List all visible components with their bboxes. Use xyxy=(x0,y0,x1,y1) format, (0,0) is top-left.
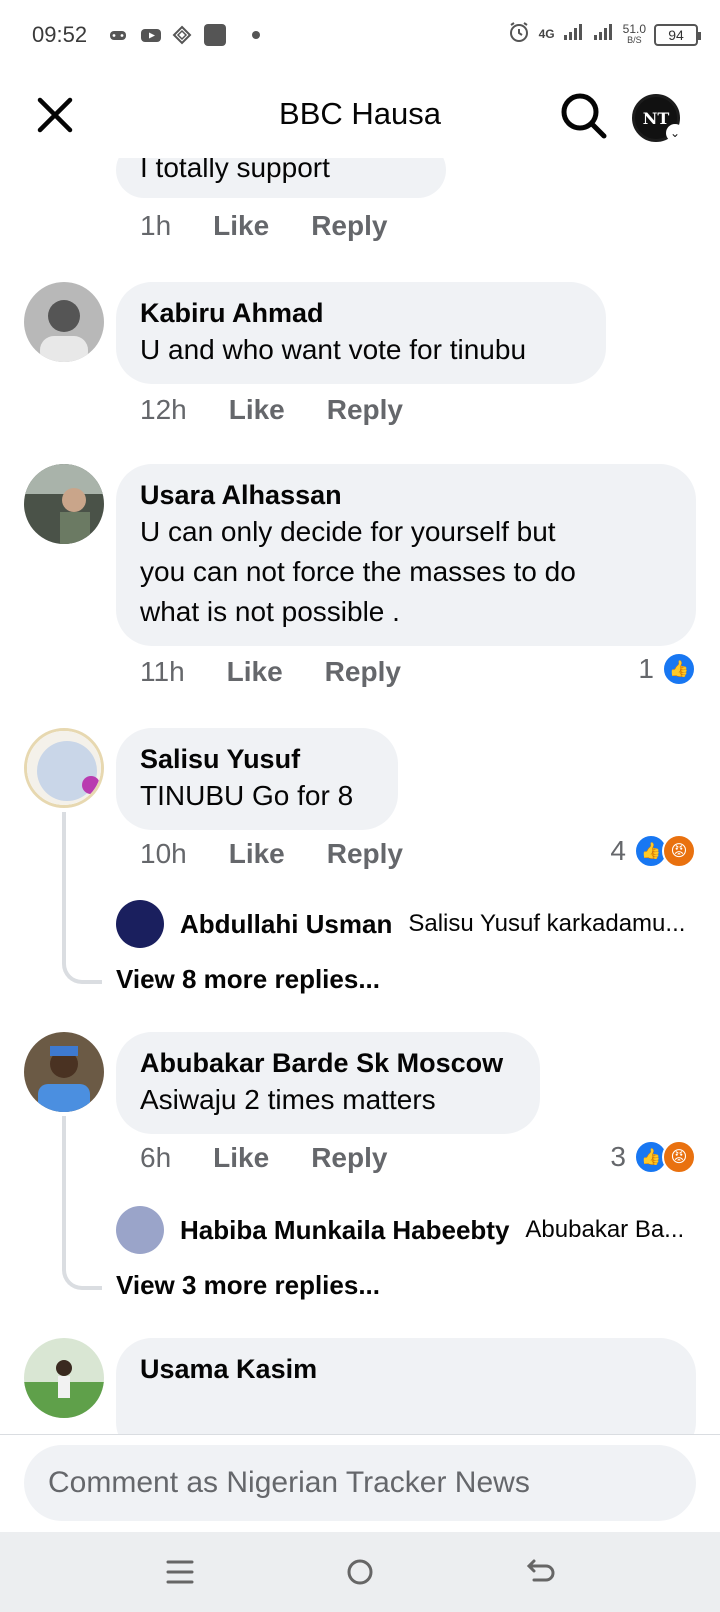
home-button[interactable] xyxy=(340,1552,380,1592)
network-speed: 51.0 B/S xyxy=(622,21,646,46)
reply-button[interactable]: Reply xyxy=(311,1142,387,1174)
comment-composer xyxy=(0,1434,720,1532)
reply-preview[interactable]: Habiba Munkaila Habeebty Abubakar Ba... xyxy=(116,1206,696,1254)
search-button[interactable] xyxy=(560,92,608,140)
app-notification-icon xyxy=(204,24,226,46)
reply-author: Habiba Munkaila Habeebty xyxy=(180,1214,510,1245)
angry-icon: 😡 xyxy=(662,1140,696,1174)
profile-initials: NT xyxy=(642,108,670,128)
comment-time: 10h xyxy=(140,838,187,869)
gamepad-icon xyxy=(108,25,128,45)
more-notifications-dot xyxy=(252,31,260,39)
thread-connector xyxy=(62,1116,102,1290)
comment-time: 11h xyxy=(140,656,185,687)
like-button[interactable]: Like xyxy=(229,838,285,870)
search-icon xyxy=(561,93,607,139)
signal-icon-2 xyxy=(593,22,615,47)
avatar[interactable] xyxy=(24,1032,104,1112)
network-type: 4G xyxy=(538,27,555,41)
reaction-count: 4 xyxy=(610,835,626,866)
comment-bubble[interactable]: Usara Alhassan U can only decide for you… xyxy=(116,464,696,646)
comment-time: 12h xyxy=(140,394,187,425)
network-speed-value: 51.0 xyxy=(622,21,646,36)
angry-icon: 😡 xyxy=(662,834,696,868)
comment-text: I totally support xyxy=(140,158,330,183)
like-icon: 👍 xyxy=(662,652,696,686)
comment-actions: 12h Like Reply xyxy=(140,394,403,426)
status-bar: 09:52 4G 51.0 B/S 94 xyxy=(0,0,720,72)
comments-list[interactable]: I totally support 1h Like Reply Kabiru A… xyxy=(0,158,720,1434)
comment-actions: 11h Like Reply xyxy=(140,656,401,688)
system-icons: 4G 51.0 B/S 94 xyxy=(507,20,701,49)
reply-text: Salisu Yusuf karkadamu... xyxy=(408,910,686,937)
page-title: BBC Hausa xyxy=(279,96,441,131)
comment-text-line: what is not possible . xyxy=(140,596,400,627)
comment-text: Asiwaju 2 times matters xyxy=(140,1084,436,1115)
comment-bubble[interactable]: Salisu Yusuf TINUBU Go for 8 xyxy=(116,728,398,830)
comment-author[interactable]: Kabiru Ahmad xyxy=(140,296,582,330)
reaction-count: 3 xyxy=(610,1141,626,1172)
app-header: BBC Hausa NT ⌄ xyxy=(0,72,720,158)
avatar[interactable] xyxy=(24,282,104,362)
comment-text: TINUBU Go for 8 xyxy=(140,780,354,811)
comment-author[interactable]: Usama Kasim xyxy=(140,1352,672,1386)
like-button[interactable]: Like xyxy=(213,1142,269,1174)
avatar[interactable] xyxy=(24,1338,104,1418)
network-speed-unit: B/S xyxy=(627,34,642,45)
reply-button[interactable]: Reply xyxy=(327,394,403,426)
back-arrow-icon xyxy=(526,1559,555,1582)
reply-text: Abubakar Ba... xyxy=(525,1216,685,1243)
youtube-icon xyxy=(140,25,161,45)
comment-text-line: you can not force the masses to do xyxy=(140,556,576,587)
like-button[interactable]: Like xyxy=(229,394,285,426)
avatar[interactable] xyxy=(24,464,104,544)
avatar[interactable] xyxy=(24,728,104,808)
comment-time: 1h xyxy=(140,210,172,241)
battery-icon: 94 xyxy=(654,23,701,46)
notification-icons xyxy=(108,24,260,46)
comment-actions: 1h Like Reply xyxy=(140,210,387,242)
menu-button[interactable] xyxy=(160,1552,200,1592)
signal-icon xyxy=(563,22,585,47)
alarm-icon xyxy=(507,20,531,49)
thread-connector xyxy=(62,812,102,984)
avatar xyxy=(116,1206,164,1254)
comment-time: 6h xyxy=(140,1142,172,1173)
reply-button[interactable]: Reply xyxy=(325,656,401,688)
view-more-replies-link[interactable]: View 8 more replies... xyxy=(116,964,380,995)
comment-bubble[interactable]: I totally support xyxy=(116,158,446,198)
reply-preview[interactable]: Abdullahi Usman Salisu Yusuf karkadamu..… xyxy=(116,900,696,948)
back-button[interactable] xyxy=(520,1552,560,1592)
like-button[interactable]: Like xyxy=(213,210,269,242)
comment-text-line: U can only decide for yourself but xyxy=(140,516,556,547)
reply-author: Abdullahi Usman xyxy=(180,908,393,939)
comment-author[interactable]: Salisu Yusuf xyxy=(140,742,374,776)
comment-bubble[interactable]: Abubakar Barde Sk Moscow Asiwaju 2 times… xyxy=(116,1032,540,1134)
comment-input[interactable] xyxy=(24,1445,696,1521)
system-navigation-bar xyxy=(0,1532,720,1612)
comment-bubble[interactable]: Kabiru Ahmad U and who want vote for tin… xyxy=(116,282,606,384)
reaction-count: 1 xyxy=(638,653,654,684)
diamond-icon xyxy=(172,25,192,45)
reaction-summary[interactable]: 3 👍 😡 xyxy=(610,1140,696,1174)
reply-button[interactable]: Reply xyxy=(327,838,403,870)
comment-bubble[interactable]: Usama Kasim xyxy=(116,1338,696,1434)
reaction-summary[interactable]: 4 👍 😡 xyxy=(610,834,696,868)
comment-actions: 10h Like Reply xyxy=(140,838,403,870)
comment-author[interactable]: Abubakar Barde Sk Moscow xyxy=(140,1046,516,1080)
comment-text: U and who want vote for tinubu xyxy=(140,334,527,365)
avatar xyxy=(116,900,164,948)
chevron-down-icon[interactable]: ⌄ xyxy=(666,124,684,142)
reaction-summary[interactable]: 1 👍 xyxy=(638,652,696,686)
view-more-replies-link[interactable]: View 3 more replies... xyxy=(116,1270,380,1301)
status-time: 09:52 xyxy=(32,22,88,47)
home-circle-icon xyxy=(347,1559,373,1585)
reply-button[interactable]: Reply xyxy=(311,210,387,242)
comment-author[interactable]: Usara Alhassan xyxy=(140,478,672,512)
like-button[interactable]: Like xyxy=(227,656,283,688)
battery-level: 94 xyxy=(668,26,684,43)
comment-actions: 6h Like Reply xyxy=(140,1142,387,1174)
menu-icon xyxy=(166,1560,194,1584)
